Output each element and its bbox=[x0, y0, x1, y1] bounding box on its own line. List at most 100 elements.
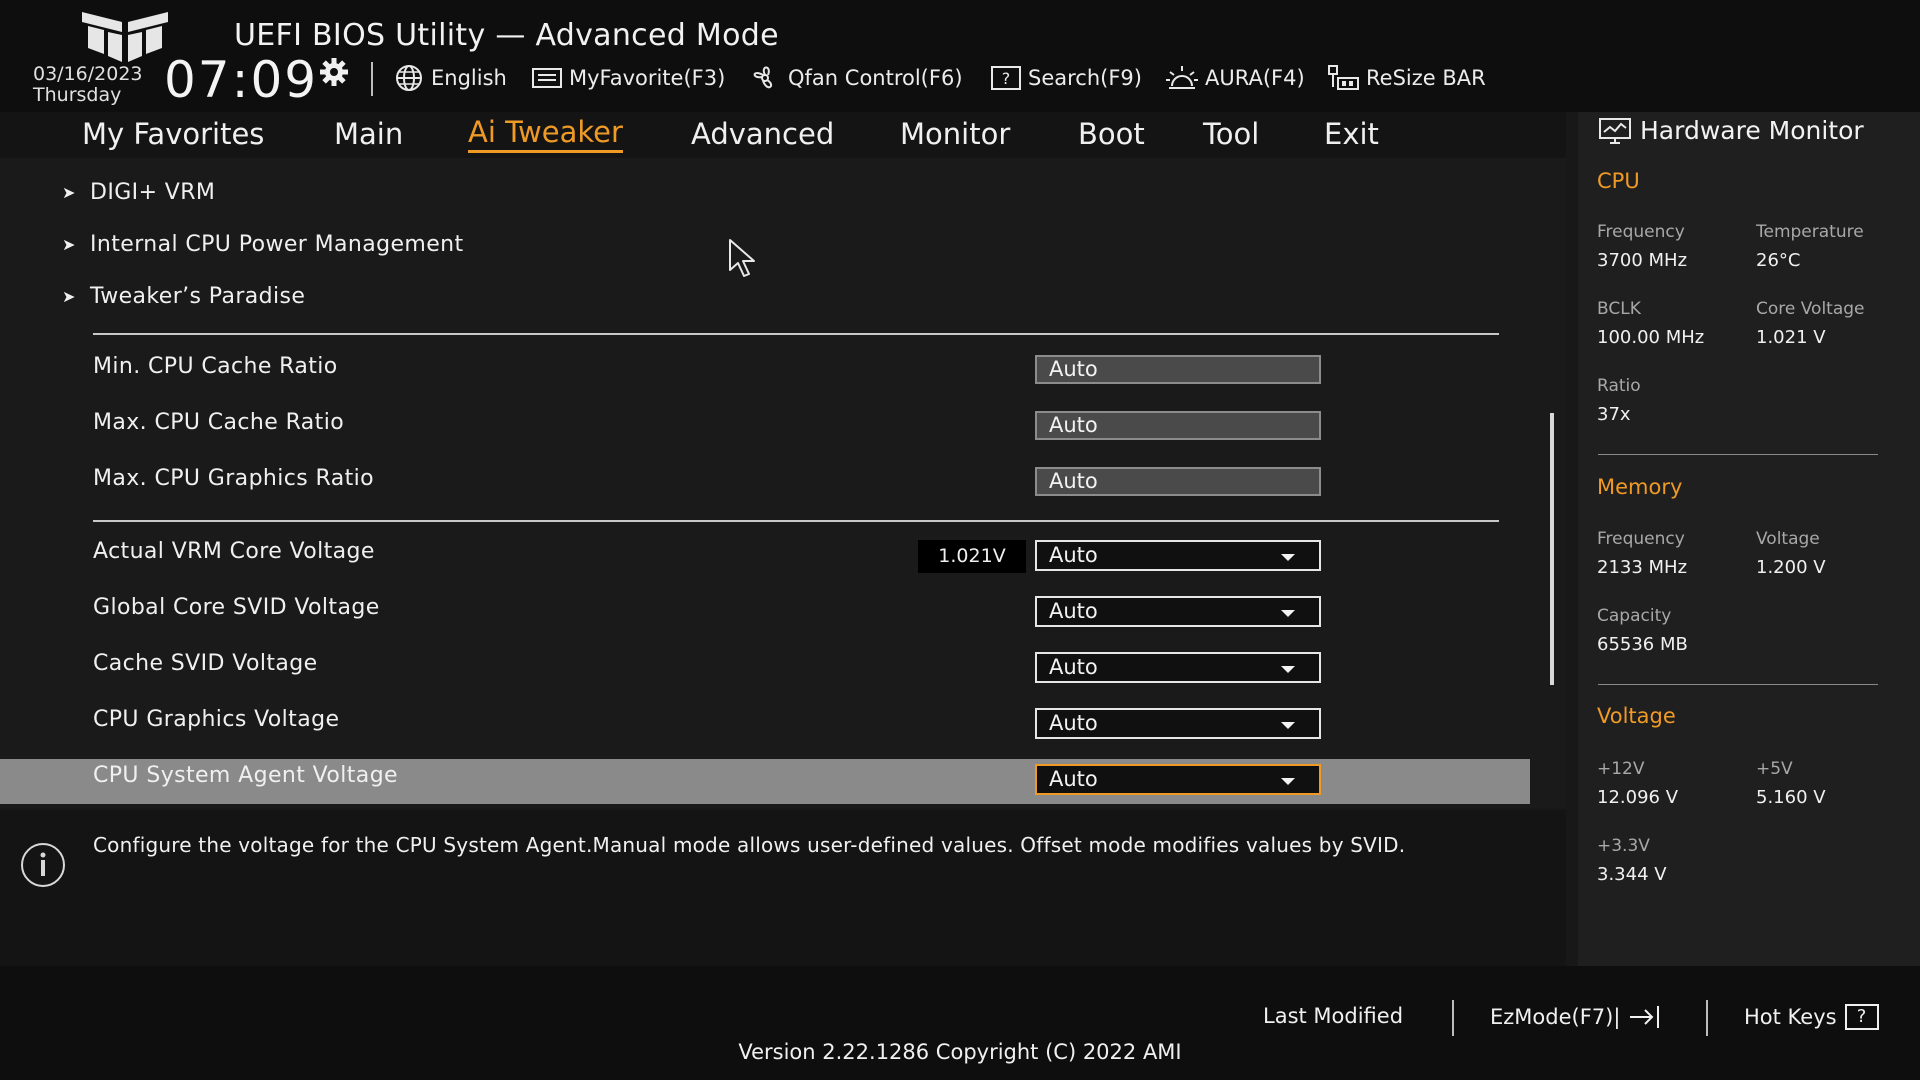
cpu-core-voltage-label: Core Voltage bbox=[1756, 299, 1865, 319]
chevron-right-icon: ➤ bbox=[62, 287, 76, 306]
resize-bar-button[interactable]: ReSize BAR bbox=[1326, 62, 1486, 94]
time-display[interactable]: 07:09 bbox=[164, 50, 318, 110]
gear-icon[interactable] bbox=[318, 56, 350, 88]
day-display: Thursday bbox=[33, 84, 122, 106]
section-divider bbox=[93, 333, 1499, 335]
voltage-12v-label: +12V bbox=[1597, 759, 1645, 779]
dropdown-value: Auto bbox=[1049, 767, 1098, 791]
cpu-bclk-value: 100.00 MHz bbox=[1597, 327, 1705, 348]
cpu-frequency-value: 3700 MHz bbox=[1597, 250, 1688, 271]
voltage-3v3-label: +3.3V bbox=[1597, 836, 1650, 856]
setting-label: Min. CPU Cache Ratio bbox=[93, 354, 338, 379]
cpu-ratio-value: 37x bbox=[1597, 404, 1631, 425]
submenu-label: Internal CPU Power Management bbox=[90, 232, 464, 257]
max-cpu-cache-ratio-field[interactable]: Auto bbox=[1035, 411, 1321, 440]
language-label: English bbox=[431, 66, 507, 90]
app-title: UEFI BIOS Utility — Advanced Mode bbox=[234, 18, 779, 53]
last-modified-button[interactable]: Last Modified bbox=[1263, 1004, 1403, 1028]
myfavorite-label: MyFavorite(F3) bbox=[569, 66, 726, 90]
ezmode-button[interactable]: EzMode(F7)| bbox=[1490, 1004, 1662, 1030]
hw-section-voltage: Voltage bbox=[1597, 704, 1676, 728]
setting-label: Global Core SVID Voltage bbox=[93, 595, 380, 620]
globe-icon bbox=[396, 65, 422, 91]
chevron-down-icon bbox=[1281, 554, 1295, 561]
tab-advanced[interactable]: Advanced bbox=[691, 114, 834, 154]
chevron-right-icon: ➤ bbox=[62, 183, 76, 202]
last-modified-label: Last Modified bbox=[1263, 1004, 1404, 1028]
chevron-right-icon: ➤ bbox=[62, 235, 76, 254]
min-cpu-cache-ratio-field[interactable]: Auto bbox=[1035, 355, 1321, 384]
qfan-control-label: Qfan Control(F6) bbox=[788, 66, 963, 90]
cpu-core-voltage-value: 1.021 V bbox=[1756, 327, 1826, 348]
svg-text:?: ? bbox=[1002, 69, 1011, 88]
tab-my-favorites[interactable]: My Favorites bbox=[82, 114, 264, 154]
dropdown-value: Auto bbox=[1049, 711, 1098, 735]
fan-icon bbox=[753, 66, 773, 89]
tab-monitor[interactable]: Monitor bbox=[900, 114, 1010, 154]
scrollbar[interactable] bbox=[1550, 413, 1554, 685]
chevron-down-icon bbox=[1281, 666, 1295, 673]
info-icon bbox=[21, 843, 65, 887]
setting-label: Actual VRM Core Voltage bbox=[93, 539, 375, 564]
favorite-icon bbox=[532, 68, 562, 88]
submenu-digi-vrm[interactable]: ➤ DIGI+ VRM bbox=[62, 180, 215, 205]
cpu-ratio-label: Ratio bbox=[1597, 376, 1641, 396]
max-cpu-graphics-ratio-field[interactable]: Auto bbox=[1035, 467, 1321, 496]
tab-exit[interactable]: Exit bbox=[1324, 114, 1379, 154]
hw-divider bbox=[1598, 684, 1878, 685]
aura-label: AURA(F4) bbox=[1205, 66, 1305, 90]
actual-vrm-core-voltage-dropdown[interactable]: Auto bbox=[1035, 540, 1321, 571]
hw-section-memory: Memory bbox=[1597, 475, 1683, 499]
setting-label: Max. CPU Graphics Ratio bbox=[93, 466, 375, 491]
hardware-monitor-title: Hardware Monitor bbox=[1598, 116, 1864, 145]
dropdown-value: Auto bbox=[1049, 655, 1098, 679]
memory-voltage-label: Voltage bbox=[1756, 529, 1820, 549]
chevron-down-icon bbox=[1281, 778, 1295, 785]
tuf-logo bbox=[82, 12, 168, 62]
memory-frequency-value: 2133 MHz bbox=[1597, 557, 1688, 578]
global-core-svid-voltage-dropdown[interactable]: Auto bbox=[1035, 596, 1321, 627]
exit-arrow-icon bbox=[1630, 1006, 1660, 1028]
cache-svid-voltage-dropdown[interactable]: Auto bbox=[1035, 652, 1321, 683]
dropdown-value: Auto bbox=[1049, 599, 1098, 623]
hardware-monitor-label: Hardware Monitor bbox=[1640, 116, 1864, 145]
tab-boot[interactable]: Boot bbox=[1078, 114, 1145, 154]
submenu-tweakers-paradise[interactable]: ➤ Tweaker’s Paradise bbox=[62, 284, 305, 309]
aura-button[interactable]: AURA(F4) bbox=[1165, 62, 1305, 94]
resize-bar-icon bbox=[1328, 65, 1359, 90]
memory-frequency-label: Frequency bbox=[1597, 529, 1685, 549]
submenu-label: Tweaker’s Paradise bbox=[90, 284, 306, 309]
tab-tool[interactable]: Tool bbox=[1203, 114, 1259, 154]
resize-bar-label: ReSize BAR bbox=[1366, 66, 1486, 90]
cpu-frequency-label: Frequency bbox=[1597, 222, 1685, 242]
version-text: Version 2.22.1286 Copyright (C) 2022 AMI bbox=[738, 1040, 1182, 1064]
search-button[interactable]: ? Search(F9) bbox=[990, 62, 1142, 94]
memory-capacity-value: 65536 MB bbox=[1597, 634, 1688, 655]
help-key-icon: ? bbox=[1844, 1004, 1879, 1030]
tab-ai-tweaker[interactable]: Ai Tweaker bbox=[468, 114, 623, 153]
language-button[interactable]: English bbox=[393, 62, 507, 94]
hw-divider bbox=[1598, 454, 1878, 455]
submenu-internal-cpu-power-management[interactable]: ➤ Internal CPU Power Management bbox=[62, 232, 464, 257]
voltage-5v-value: 5.160 V bbox=[1756, 787, 1826, 808]
hot-keys-button[interactable]: Hot Keys ? bbox=[1744, 1004, 1879, 1030]
footer-separator bbox=[1706, 1000, 1708, 1036]
setting-label: CPU Graphics Voltage bbox=[93, 707, 340, 732]
ezmode-label: EzMode(F7)| bbox=[1490, 1005, 1621, 1029]
voltage-5v-label: +5V bbox=[1756, 759, 1793, 779]
setting-label: Cache SVID Voltage bbox=[93, 651, 318, 676]
voltage-12v-value: 12.096 V bbox=[1597, 787, 1679, 808]
mouse-cursor-icon bbox=[729, 239, 755, 277]
qfan-control-button[interactable]: Qfan Control(F6) bbox=[748, 62, 963, 94]
submenu-label: DIGI+ VRM bbox=[90, 180, 216, 205]
aura-icon bbox=[1166, 66, 1198, 89]
myfavorite-button[interactable]: MyFavorite(F3) bbox=[531, 62, 725, 94]
chevron-down-icon bbox=[1281, 722, 1295, 729]
header-separator bbox=[371, 62, 373, 96]
cpu-system-agent-voltage-dropdown[interactable]: Auto bbox=[1035, 764, 1321, 795]
tab-main[interactable]: Main bbox=[334, 114, 403, 154]
hot-keys-label: Hot Keys bbox=[1744, 1005, 1837, 1029]
cpu-temperature-value: 26°C bbox=[1756, 250, 1801, 271]
cpu-graphics-voltage-dropdown[interactable]: Auto bbox=[1035, 708, 1321, 739]
search-label: Search(F9) bbox=[1028, 66, 1142, 90]
